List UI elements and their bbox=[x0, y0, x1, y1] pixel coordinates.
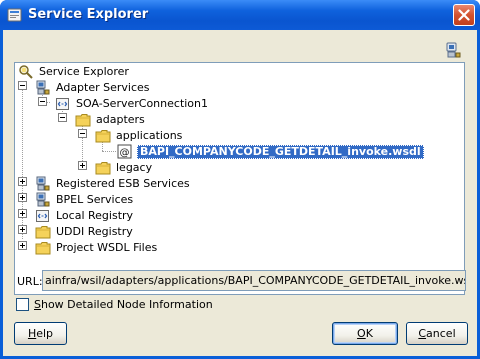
tree-label-adapters: adapters bbox=[96, 113, 145, 126]
help-label-rest: elp bbox=[36, 327, 54, 340]
tree-label-root: Service Explorer bbox=[39, 65, 129, 78]
detailed-node-info-checkbox[interactable] bbox=[16, 298, 29, 311]
detailed-node-info-label: Show Detailed Node Information bbox=[34, 298, 213, 311]
help-mnemonic: H bbox=[27, 327, 37, 340]
expand-bpel-services[interactable] bbox=[18, 193, 27, 202]
expand-adapter-services[interactable] bbox=[18, 81, 27, 90]
detailed-node-info-option[interactable]: Show Detailed Node Information bbox=[16, 298, 213, 311]
tree-node-adapters[interactable]: adapters bbox=[75, 112, 146, 128]
help-button[interactable]: Help bbox=[14, 322, 67, 345]
checkbox-label-rest: how Detailed Node Information bbox=[40, 298, 213, 311]
close-button[interactable] bbox=[453, 4, 475, 26]
server-icon bbox=[36, 80, 50, 95]
dialog-body: Service Explorer Adapter Services SOA-Se… bbox=[3, 30, 477, 356]
folder-icon bbox=[35, 226, 51, 239]
tree-node-wsdl-file[interactable]: @ BAPI_COMPANYCODE_GETDETAIL_invoke.wsdl bbox=[117, 144, 424, 160]
tree-node-legacy[interactable]: legacy bbox=[95, 160, 153, 176]
tree-node-adapter-services[interactable]: Adapter Services bbox=[35, 80, 151, 96]
close-icon bbox=[458, 9, 470, 21]
cancel-mnemonic: C bbox=[418, 327, 427, 340]
service-tree[interactable]: Service Explorer Adapter Services SOA-Se… bbox=[14, 62, 465, 295]
tree-label-wsdl-file: BAPI_COMPANYCODE_GETDETAIL_invoke.wsdl bbox=[137, 145, 424, 159]
url-value: ainfra/wsil/adapters/applications/BAPI_C… bbox=[45, 274, 466, 287]
expand-local-registry[interactable] bbox=[18, 209, 27, 218]
tree-node-project-wsdl[interactable]: Project WSDL Files bbox=[35, 240, 158, 256]
connection-icon bbox=[36, 210, 49, 222]
server-icon bbox=[36, 192, 50, 207]
refresh-server-icon[interactable] bbox=[444, 42, 462, 60]
folder-icon bbox=[95, 130, 111, 143]
ok-label-rest: K bbox=[365, 327, 373, 340]
tree-label-connection: SOA-ServerConnection1 bbox=[76, 97, 209, 110]
tree-label-project-wsdl: Project WSDL Files bbox=[56, 241, 158, 254]
url-field[interactable]: ainfra/wsil/adapters/applications/BAPI_C… bbox=[42, 270, 466, 291]
ok-button[interactable]: OK bbox=[332, 322, 398, 345]
checkbox-label-mnemonic: S bbox=[34, 298, 41, 311]
expand-applications[interactable] bbox=[78, 129, 87, 138]
server-icon bbox=[36, 176, 50, 191]
tree-label-adapter-services: Adapter Services bbox=[56, 81, 150, 94]
connection-icon bbox=[56, 98, 69, 110]
wsdl-icon: @ bbox=[117, 144, 132, 159]
title-bar[interactable]: Service Explorer bbox=[0, 0, 480, 30]
tree-node-registered-esb[interactable]: Registered ESB Services bbox=[35, 176, 191, 192]
tree-label-bpel-services: BPEL Services bbox=[56, 193, 134, 206]
tree-node-bpel-services[interactable]: BPEL Services bbox=[35, 192, 134, 208]
expand-uddi-registry[interactable] bbox=[18, 225, 27, 234]
tree-label-uddi-registry: UDDI Registry bbox=[56, 225, 133, 238]
url-label: URL: bbox=[17, 275, 43, 288]
expand-project-wsdl[interactable] bbox=[18, 241, 27, 250]
folder-icon bbox=[35, 242, 51, 255]
service-explorer-icon bbox=[7, 8, 22, 22]
expand-legacy[interactable] bbox=[78, 161, 87, 170]
tree-node-applications[interactable]: applications bbox=[95, 128, 183, 144]
tree-label-legacy: legacy bbox=[116, 161, 153, 174]
explorer-root-icon bbox=[19, 65, 33, 79]
ok-mnemonic: O bbox=[357, 327, 366, 340]
tree-connector bbox=[102, 151, 116, 152]
cancel-label-rest: ancel bbox=[426, 327, 456, 340]
window-title: Service Explorer bbox=[28, 7, 149, 22]
svg-text:@: @ bbox=[120, 148, 130, 159]
tree-node-root[interactable]: Service Explorer bbox=[18, 64, 130, 80]
tree-label-local-registry: Local Registry bbox=[56, 209, 134, 222]
cancel-button[interactable]: Cancel bbox=[406, 322, 468, 345]
expand-registered-esb[interactable] bbox=[18, 177, 27, 186]
tree-label-registered-esb: Registered ESB Services bbox=[56, 177, 190, 190]
dialog-window: Service Explorer Service Explorer Adapte… bbox=[0, 0, 480, 359]
folder-icon bbox=[75, 114, 91, 127]
tree-node-uddi-registry[interactable]: UDDI Registry bbox=[35, 224, 134, 240]
expand-adapters[interactable] bbox=[58, 113, 67, 122]
tree-node-local-registry[interactable]: Local Registry bbox=[35, 208, 134, 224]
folder-icon bbox=[95, 162, 111, 175]
tree-label-applications: applications bbox=[116, 129, 183, 142]
tree-node-connection[interactable]: SOA-ServerConnection1 bbox=[55, 96, 209, 112]
expand-connection[interactable] bbox=[38, 97, 47, 106]
